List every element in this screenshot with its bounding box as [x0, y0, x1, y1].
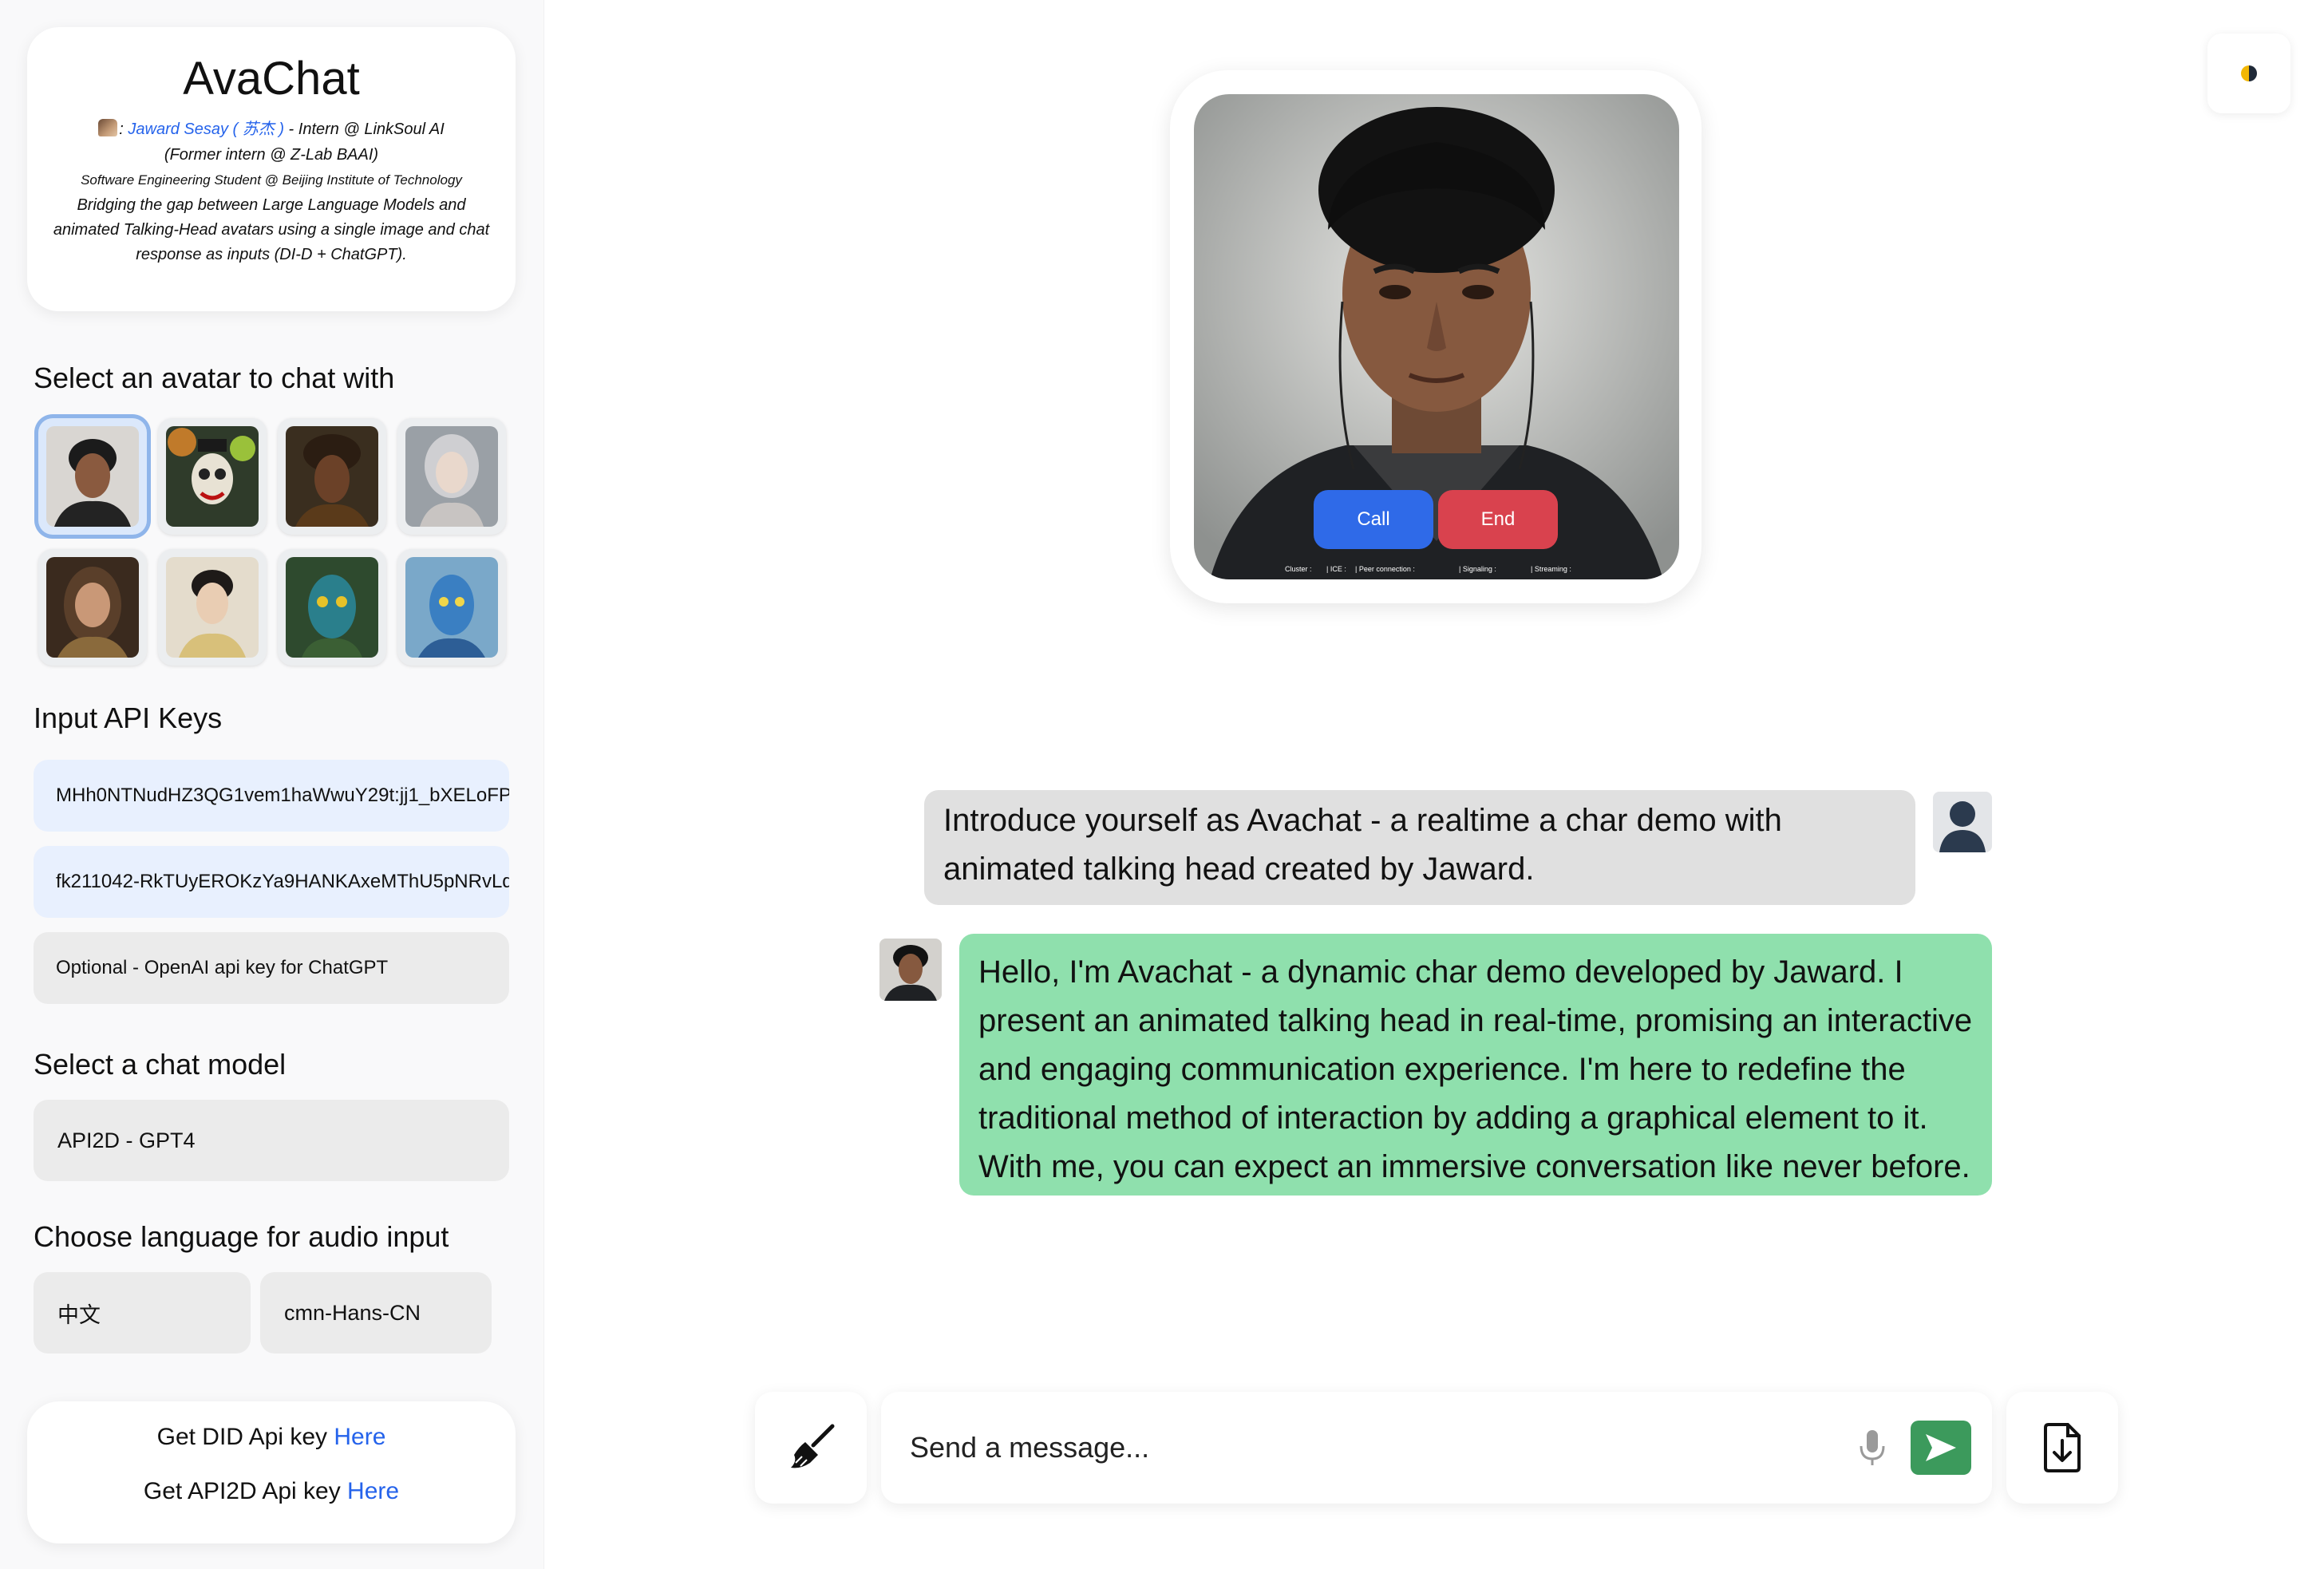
broom-icon — [791, 1424, 835, 1468]
avatar-image — [286, 426, 378, 527]
api-keys-title: Input API Keys — [34, 702, 223, 734]
sidebar: AvaChat : Jaward Sesay ( 苏杰 ) - Intern @… — [0, 0, 544, 1569]
api2d-key-link[interactable]: Here — [347, 1478, 399, 1504]
theme-toggle-button[interactable] — [2207, 34, 2290, 113]
author-emoji-icon — [98, 119, 118, 136]
header-card: AvaChat : Jaward Sesay ( 苏杰 ) - Intern @… — [27, 27, 516, 311]
call-button[interactable]: Call — [1314, 490, 1433, 549]
avatar-option-2[interactable] — [158, 418, 267, 535]
did-key-link[interactable]: Here — [334, 1424, 385, 1450]
avatar-image — [405, 557, 498, 658]
status-ice: | ICE : — [1326, 565, 1346, 573]
avatar-image — [286, 557, 378, 658]
status-signaling: | Signaling : — [1459, 565, 1496, 573]
api2d-api-key-input[interactable]: fk211042-RkTUyEROKzYa9HANKAxeMThU5pNRvLd… — [34, 846, 509, 918]
avatar-image — [166, 426, 259, 527]
message-input[interactable] — [910, 1419, 1836, 1476]
app-title: AvaChat — [183, 53, 360, 105]
avatar-image — [405, 426, 498, 527]
avatar-image — [166, 557, 259, 658]
api2d-key-line: Get API2D Api key Here — [143, 1478, 400, 1504]
avatar-image — [46, 557, 139, 658]
avatar-option-3[interactable] — [278, 418, 386, 535]
did-api-key-input[interactable]: MHh0NTNudHZ3QG1vem1haWwuY29t:jj1_bXELoFP… — [34, 760, 509, 832]
clear-chat-button[interactable] — [755, 1392, 867, 1504]
end-button[interactable]: End — [1438, 490, 1558, 549]
avatar-option-8[interactable] — [397, 549, 506, 666]
user-avatar-icon — [1933, 792, 1992, 852]
avatar-image — [46, 426, 139, 527]
chat-model-title: Select a chat model — [34, 1048, 287, 1081]
dialect-select[interactable]: cmn-Hans-CN — [260, 1272, 492, 1354]
send-icon — [1926, 1434, 1956, 1461]
app-description: Bridging the gap between Large Language … — [53, 196, 490, 263]
avatar-video — [1194, 94, 1679, 579]
export-chat-button[interactable] — [2006, 1392, 2118, 1504]
send-button[interactable] — [1911, 1421, 1971, 1475]
author-link[interactable]: Jaward Sesay ( 苏杰 ) — [128, 121, 284, 138]
did-key-line: Get DID Api key Here — [156, 1424, 386, 1450]
avatar-option-7[interactable] — [278, 549, 386, 666]
bot-avatar — [879, 939, 942, 1001]
microphone-icon[interactable] — [1856, 1429, 1888, 1467]
status-streaming: | Streaming : — [1531, 565, 1571, 573]
former-role: (Former intern @ Z-Lab BAAI) — [164, 146, 379, 164]
avatar-option-6[interactable] — [158, 549, 267, 666]
avatar-grid — [38, 418, 511, 666]
video-card — [1170, 70, 1702, 603]
author-line: : Jaward Sesay ( 苏杰 ) - Intern @ LinkSou… — [27, 117, 516, 142]
language-title: Choose language for audio input — [34, 1220, 449, 1253]
chat-model-select[interactable]: API2D - GPT4 — [34, 1100, 509, 1181]
student-line: Software Engineering Student @ Beijing I… — [81, 172, 462, 188]
avatar-portrait — [1194, 94, 1679, 579]
language-select[interactable]: 中文 — [34, 1272, 251, 1354]
openai-api-key-input[interactable]: Optional - OpenAI api key for ChatGPT — [34, 932, 509, 1004]
file-download-icon — [2044, 1423, 2081, 1472]
status-cluster: Cluster : — [1285, 565, 1312, 573]
assistant-message: Hello, I'm Avachat - a dynamic char demo… — [959, 934, 1992, 1196]
user-message: Introduce yourself as Avachat - a realti… — [924, 790, 1915, 905]
half-moon-icon — [2241, 65, 2257, 81]
message-composer — [881, 1392, 1992, 1504]
footer-card: Get DID Api key Here Get API2D Api key H… — [27, 1401, 516, 1543]
avatar-option-1[interactable] — [38, 418, 147, 535]
avatar-section-title: Select an avatar to chat with — [34, 362, 395, 394]
avatar-option-4[interactable] — [397, 418, 506, 535]
status-peer: | Peer connection : — [1355, 565, 1415, 573]
avatar-option-5[interactable] — [38, 549, 147, 666]
